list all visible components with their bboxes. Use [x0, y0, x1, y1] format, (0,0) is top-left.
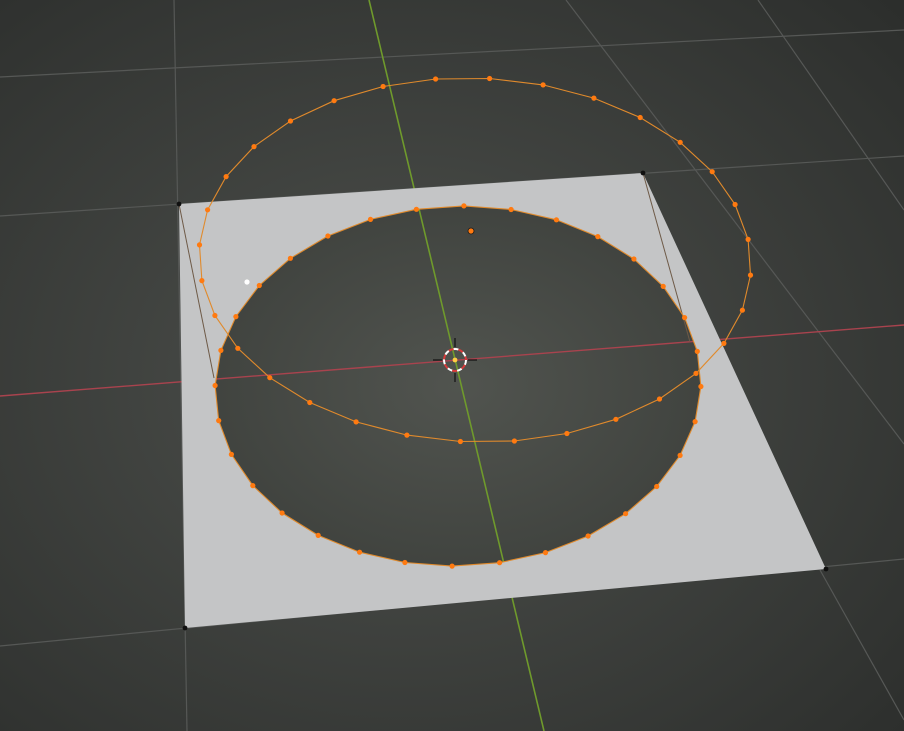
vertex[interactable]	[216, 418, 222, 424]
vertex[interactable]	[404, 432, 410, 438]
vertex[interactable]	[228, 451, 234, 457]
vertex[interactable]	[508, 206, 514, 213]
vertex[interactable]	[677, 452, 683, 458]
vertex[interactable]	[692, 419, 698, 425]
vertex[interactable]	[461, 203, 467, 209]
vertex[interactable]	[660, 283, 666, 289]
viewport-canvas[interactable]	[0, 0, 904, 731]
corner-vertex[interactable]	[182, 625, 188, 631]
vertex[interactable]	[196, 242, 203, 248]
vertex[interactable]	[357, 549, 363, 555]
vertex[interactable]	[279, 510, 285, 516]
vertex[interactable]	[413, 206, 419, 212]
vertex[interactable]	[212, 382, 218, 389]
vertex[interactable]	[585, 533, 591, 539]
vertex[interactable]	[267, 375, 273, 381]
vertex[interactable]	[542, 550, 549, 556]
vertex[interactable]	[682, 315, 688, 321]
corner-vertex[interactable]	[176, 201, 182, 207]
vertex[interactable]	[251, 144, 257, 150]
vertex[interactable]	[637, 114, 643, 121]
vertex[interactable]	[380, 83, 386, 90]
vertex[interactable]	[613, 416, 619, 422]
vertex[interactable]	[631, 256, 637, 262]
vertex[interactable]	[250, 483, 256, 489]
vertex[interactable]	[497, 560, 503, 566]
vertex[interactable]	[457, 438, 463, 445]
vertex[interactable]	[487, 75, 493, 82]
vertex[interactable]	[709, 169, 715, 175]
vertex[interactable]	[287, 118, 294, 124]
vertex[interactable]	[218, 347, 224, 353]
vertex[interactable]	[595, 234, 601, 240]
object-origin-icon	[467, 227, 475, 235]
vertex[interactable]	[315, 532, 321, 539]
corner-vertex[interactable]	[823, 566, 829, 572]
vertex[interactable]	[199, 278, 205, 284]
vertex[interactable]	[564, 430, 570, 437]
vertex[interactable]	[223, 174, 229, 180]
vertex[interactable]	[553, 217, 560, 223]
vertex[interactable]	[331, 98, 337, 104]
vertex[interactable]	[235, 345, 241, 351]
vertex[interactable]	[212, 312, 218, 319]
vertex[interactable]	[694, 348, 700, 354]
3d-viewport[interactable]	[0, 0, 904, 731]
vertex[interactable]	[433, 76, 439, 82]
vertex[interactable]	[591, 95, 597, 101]
vertex[interactable]	[732, 201, 738, 208]
vertex[interactable]	[256, 282, 262, 289]
vertex[interactable]	[367, 216, 374, 222]
vertex[interactable]	[540, 82, 546, 88]
vertex[interactable]	[698, 383, 704, 390]
active-vertex[interactable]	[244, 279, 250, 285]
vertex[interactable]	[325, 233, 331, 239]
vertex[interactable]	[307, 399, 313, 406]
vertex[interactable]	[721, 340, 727, 346]
vertex[interactable]	[623, 511, 629, 517]
vertex[interactable]	[745, 236, 751, 242]
vertex[interactable]	[739, 307, 746, 313]
vertex[interactable]	[693, 370, 699, 376]
vertex[interactable]	[511, 438, 517, 444]
vertex[interactable]	[402, 559, 408, 566]
vertex[interactable]	[205, 207, 211, 213]
vertex[interactable]	[287, 255, 293, 261]
vertex[interactable]	[353, 419, 359, 425]
vertex[interactable]	[449, 563, 455, 569]
corner-vertex[interactable]	[640, 170, 646, 176]
vertex[interactable]	[677, 139, 683, 145]
vertex[interactable]	[747, 272, 754, 278]
vertex[interactable]	[654, 483, 660, 490]
vertex[interactable]	[656, 396, 663, 402]
vertex[interactable]	[233, 314, 239, 320]
